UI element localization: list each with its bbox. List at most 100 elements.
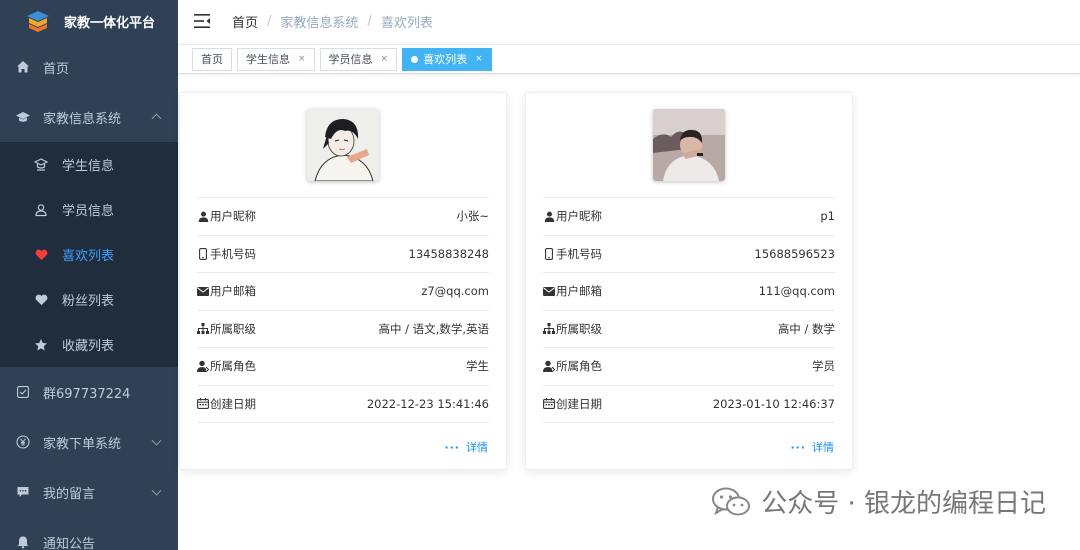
sidebar-item-label: 通知公告 xyxy=(43,536,96,550)
field-label-text: 所属职级 xyxy=(556,321,602,336)
sidebar-item-label: 学员信息 xyxy=(62,204,115,219)
row-role: 所属角色 学生 xyxy=(197,348,489,386)
watermark: 公众号 · 银龙的编程日记 xyxy=(711,483,1046,520)
sidebar-item-label: 群697737224 xyxy=(43,386,131,402)
user-icon xyxy=(197,210,209,222)
tag-learner-info[interactable]: 学员信息 × xyxy=(319,47,398,71)
field-value: z7@qq.com xyxy=(421,284,489,299)
sidebar-item-label: 收藏列表 xyxy=(62,339,115,354)
field-label-text: 手机号码 xyxy=(210,246,256,261)
user-icon xyxy=(543,210,555,222)
detail-label: 详情 xyxy=(812,441,834,454)
wechat-icon xyxy=(712,487,751,515)
checkbox-icon xyxy=(16,385,30,399)
row-nickname: 用户昵称 小张~ xyxy=(197,198,489,236)
graduation-cap-icon xyxy=(16,110,30,124)
sidebar-item-notice[interactable]: 通知公告 xyxy=(0,517,178,550)
main-content: 用户昵称 小张~ 手机号码 13458838248 用户邮箱 z7@qq.com… xyxy=(178,76,1080,550)
org-tree-icon xyxy=(197,323,209,335)
sidebar-item-group[interactable]: 群697737224 xyxy=(0,367,178,417)
field-label: 用户昵称 xyxy=(543,208,602,224)
logo[interactable]: 家教一体化平台 xyxy=(0,0,178,42)
home-icon xyxy=(16,60,30,74)
user-card: 用户昵称 p1 手机号码 15688596523 用户邮箱 111@qq.com… xyxy=(525,92,853,470)
person-outline-icon xyxy=(34,203,48,217)
hamburger-icon[interactable] xyxy=(194,14,210,28)
breadcrumb-separator: / xyxy=(367,13,372,29)
star-icon xyxy=(34,338,48,352)
field-label: 所属职级 xyxy=(543,321,602,337)
more-icon: ··· xyxy=(790,440,806,454)
tag-label: 学生信息 xyxy=(246,53,290,66)
field-value: 学生 xyxy=(466,359,489,374)
avatar[interactable] xyxy=(653,109,725,181)
submenu-tutor-info: 学生信息 学员信息 喜欢列表 粉丝列表 收藏列表 xyxy=(0,142,178,367)
sidebar-item-messages[interactable]: 我的留言 xyxy=(0,467,178,517)
sidebar: 家教一体化平台 首页 家教信息系统 学生信息 学员信息 喜欢列表 粉丝列表 收藏… xyxy=(0,0,178,550)
detail-button[interactable]: ··· 详情 xyxy=(444,439,488,455)
row-phone: 手机号码 15688596523 xyxy=(543,236,835,273)
row-nickname: 用户昵称 p1 xyxy=(543,198,835,236)
breadcrumb-current: 喜欢列表 xyxy=(380,15,433,31)
sidebar-item-tutor-info[interactable]: 家教信息系统 xyxy=(0,92,178,142)
field-label-text: 用户邮箱 xyxy=(556,284,602,299)
field-label: 创建日期 xyxy=(543,396,602,412)
heart-icon xyxy=(34,248,48,262)
sidebar-item-label: 粉丝列表 xyxy=(62,294,115,309)
close-icon[interactable]: × xyxy=(475,54,483,64)
field-label: 所属角色 xyxy=(197,358,256,374)
sidebar-item-label: 喜欢列表 xyxy=(62,249,115,264)
sidebar-item-learner-info[interactable]: 学员信息 xyxy=(0,187,178,232)
tag-student-info[interactable]: 学生信息 × xyxy=(237,47,315,71)
app-root: 家教一体化平台 首页 家教信息系统 学生信息 学员信息 喜欢列表 粉丝列表 收藏… xyxy=(0,0,1080,550)
mobile-phone-icon xyxy=(197,247,209,260)
sidebar-item-label: 首页 xyxy=(43,61,70,77)
row-level: 所属职级 高中 / 语文,数学,英语 xyxy=(197,311,489,348)
field-label: 用户邮箱 xyxy=(197,283,256,299)
mobile-phone-icon xyxy=(543,247,555,260)
field-label: 手机号码 xyxy=(543,246,602,262)
detail-button[interactable]: ··· 详情 xyxy=(790,439,834,455)
chevron-up-icon xyxy=(151,113,162,124)
heart-icon xyxy=(34,293,48,307)
user-card: 用户昵称 小张~ 手机号码 13458838248 用户邮箱 z7@qq.com… xyxy=(179,92,507,470)
sidebar-item-favorites-list[interactable]: 收藏列表 xyxy=(0,322,178,367)
envelope-icon xyxy=(543,285,555,297)
tag-label: 首页 xyxy=(201,53,223,66)
row-phone: 手机号码 13458838248 xyxy=(197,236,489,273)
breadcrumb-home[interactable]: 首页 xyxy=(232,12,258,31)
field-value: 高中 / 数学 xyxy=(777,321,835,336)
avatar-wrap xyxy=(526,93,852,197)
tag-like-list[interactable]: 喜欢列表 × xyxy=(402,47,492,71)
more-icon: ··· xyxy=(444,440,460,454)
navbar: 首页 / 家教信息系统 / 喜欢列表 xyxy=(178,0,1080,42)
sidebar-item-home[interactable]: 首页 xyxy=(0,42,178,92)
sidebar-item-like-list[interactable]: 喜欢列表 xyxy=(0,232,178,277)
close-icon[interactable]: × xyxy=(298,54,306,64)
active-dot-icon xyxy=(411,55,419,63)
sidebar-item-order-system[interactable]: 家教下单系统 xyxy=(0,417,178,467)
tag-home[interactable]: 首页 xyxy=(192,47,232,71)
role-user-icon xyxy=(197,360,209,373)
row-created: 创建日期 2022-12-23 15:41:46 xyxy=(197,386,489,423)
field-label: 创建日期 xyxy=(197,396,256,412)
student-icon xyxy=(34,157,48,172)
close-icon[interactable]: × xyxy=(381,54,389,64)
chat-bubble-icon xyxy=(16,485,30,499)
field-value: 2023-01-10 12:46:37 xyxy=(712,396,835,411)
field-value: p1 xyxy=(820,209,835,224)
sidebar-item-student-info[interactable]: 学生信息 xyxy=(0,142,178,187)
field-label-text: 创建日期 xyxy=(210,396,256,411)
app-title: 家教一体化平台 xyxy=(64,15,156,31)
field-label: 手机号码 xyxy=(197,246,256,262)
sidebar-item-label: 家教下单系统 xyxy=(43,436,122,452)
field-label-text: 创建日期 xyxy=(556,396,602,411)
row-created: 创建日期 2023-01-10 12:46:37 xyxy=(543,386,835,423)
role-user-icon xyxy=(543,360,555,373)
calendar-icon xyxy=(543,398,555,410)
field-label: 用户邮箱 xyxy=(543,283,602,299)
row-email: 用户邮箱 111@qq.com xyxy=(543,273,835,311)
breadcrumb-separator: / xyxy=(267,13,272,29)
sidebar-item-fans-list[interactable]: 粉丝列表 xyxy=(0,277,178,322)
avatar[interactable] xyxy=(307,109,379,181)
